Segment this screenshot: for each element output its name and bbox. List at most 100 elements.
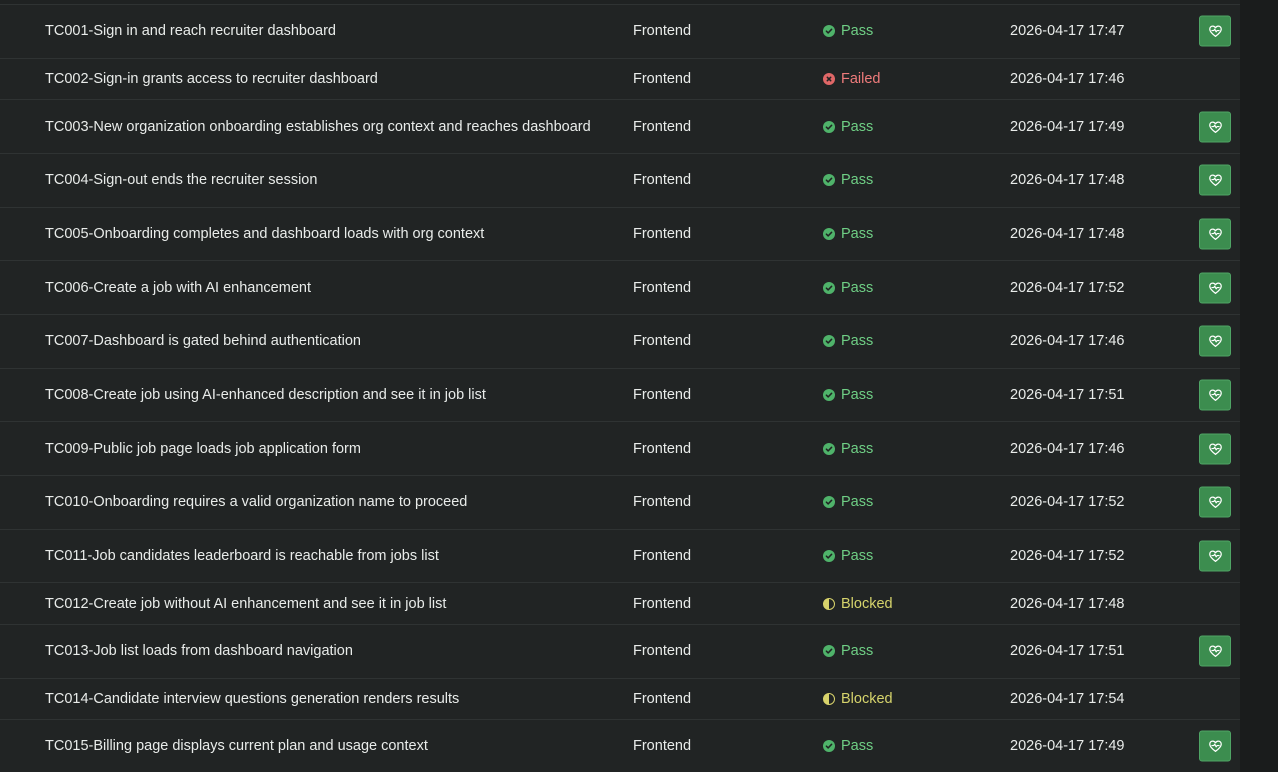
table-row[interactable]: TC011-Job candidates leaderboard is reac…: [0, 530, 1240, 584]
test-type: Frontend: [633, 333, 692, 350]
table-row[interactable]: TC009-Public job page loads job applicat…: [0, 422, 1240, 476]
test-case-name[interactable]: TC009-Public job page loads job applicat…: [45, 441, 361, 457]
status-label: Failed: [841, 70, 881, 87]
table-row[interactable]: TC014-Candidate interview questions gene…: [0, 679, 1240, 721]
test-type: Frontend: [633, 118, 692, 135]
test-case-name[interactable]: TC012-Create job without AI enhancement …: [45, 596, 446, 612]
heart-pulse-icon: [1208, 24, 1223, 39]
check-circle-icon: [823, 645, 835, 658]
check-circle-icon: [823, 335, 835, 348]
heart-pulse-icon: [1208, 280, 1223, 295]
status-label: Pass: [841, 440, 874, 457]
table-row[interactable]: TC003-New organization onboarding establ…: [0, 100, 1240, 154]
status-badge: Pass: [823, 280, 873, 296]
test-case-name[interactable]: TC010-Onboarding requires a valid organi…: [45, 494, 467, 510]
test-type: Frontend: [633, 23, 692, 40]
test-case-name[interactable]: TC007-Dashboard is gated behind authenti…: [45, 333, 361, 349]
table-row[interactable]: TC001-Sign in and reach recruiter dashbo…: [0, 5, 1240, 59]
status-label: Pass: [841, 279, 874, 296]
run-timestamp: 2026-04-17 17:52: [1010, 494, 1125, 511]
run-timestamp: 2026-04-17 17:49: [1010, 118, 1125, 135]
run-timestamp: 2026-04-17 17:46: [1010, 333, 1125, 350]
test-case-name[interactable]: TC004-Sign-out ends the recruiter sessio…: [45, 172, 317, 188]
table-row[interactable]: TC004-Sign-out ends the recruiter sessio…: [0, 154, 1240, 208]
view-health-button[interactable]: [1199, 433, 1231, 465]
x-circle-icon: [823, 72, 835, 85]
status-label: Pass: [841, 118, 874, 135]
table-row[interactable]: TC005-Onboarding completes and dashboard…: [0, 208, 1240, 262]
status-label: Pass: [841, 494, 874, 511]
test-type: Frontend: [633, 595, 692, 612]
view-health-button[interactable]: [1199, 540, 1231, 572]
view-health-button[interactable]: [1199, 379, 1231, 411]
test-type: Frontend: [633, 279, 692, 296]
view-health-button[interactable]: [1199, 164, 1231, 196]
status-badge: Failed: [823, 71, 881, 87]
status-badge: Blocked: [823, 596, 893, 612]
run-timestamp: 2026-04-17 17:52: [1010, 279, 1125, 296]
run-timestamp: 2026-04-17 17:46: [1010, 70, 1125, 87]
status-badge: Pass: [823, 494, 873, 510]
run-timestamp: 2026-04-17 17:54: [1010, 690, 1125, 707]
status-label: Pass: [841, 172, 874, 189]
run-timestamp: 2026-04-17 17:47: [1010, 23, 1125, 40]
status-badge: Pass: [823, 387, 873, 403]
half-circle-icon: [823, 692, 835, 705]
test-case-name[interactable]: TC014-Candidate interview questions gene…: [45, 691, 459, 707]
view-health-button[interactable]: [1199, 111, 1231, 143]
test-type: Frontend: [633, 440, 692, 457]
test-case-name[interactable]: TC008-Create job using AI-enhanced descr…: [45, 387, 486, 403]
test-case-name[interactable]: TC006-Create a job with AI enhancement: [45, 280, 311, 296]
test-case-name[interactable]: TC011-Job candidates leaderboard is reac…: [45, 548, 439, 564]
view-health-button[interactable]: [1199, 486, 1231, 518]
table-row[interactable]: TC015-Billing page displays current plan…: [0, 720, 1240, 772]
check-circle-icon: [823, 174, 835, 187]
test-case-name[interactable]: TC015-Billing page displays current plan…: [45, 738, 428, 754]
run-timestamp: 2026-04-17 17:52: [1010, 548, 1125, 565]
test-type: Frontend: [633, 70, 692, 87]
status-badge: Pass: [823, 172, 873, 188]
table-row[interactable]: TC010-Onboarding requires a valid organi…: [0, 476, 1240, 530]
test-type: Frontend: [633, 172, 692, 189]
view-health-button[interactable]: [1199, 325, 1231, 357]
test-case-name[interactable]: TC005-Onboarding completes and dashboard…: [45, 226, 484, 242]
view-health-button[interactable]: [1199, 218, 1231, 250]
test-type: Frontend: [633, 738, 692, 755]
table-row[interactable]: TC013-Job list loads from dashboard navi…: [0, 625, 1240, 679]
table-row[interactable]: TC006-Create a job with AI enhancement F…: [0, 261, 1240, 315]
status-label: Pass: [841, 643, 874, 660]
status-badge: Pass: [823, 226, 873, 242]
test-type: Frontend: [633, 690, 692, 707]
status-badge: Pass: [823, 119, 873, 135]
heart-pulse-icon: [1208, 441, 1223, 456]
status-label: Pass: [841, 225, 874, 242]
test-case-name[interactable]: TC003-New organization onboarding establ…: [45, 119, 591, 135]
status-label: Pass: [841, 738, 874, 755]
heart-pulse-icon: [1208, 644, 1223, 659]
status-label: Pass: [841, 333, 874, 350]
status-badge: Pass: [823, 333, 873, 349]
run-timestamp: 2026-04-17 17:51: [1010, 643, 1125, 660]
check-circle-icon: [823, 388, 835, 401]
table-row[interactable]: TC012-Create job without AI enhancement …: [0, 583, 1240, 625]
table-row[interactable]: TC007-Dashboard is gated behind authenti…: [0, 315, 1240, 369]
check-circle-icon: [823, 281, 835, 294]
test-case-name[interactable]: TC002-Sign-in grants access to recruiter…: [45, 71, 378, 87]
status-badge: Pass: [823, 738, 873, 754]
test-case-name[interactable]: TC001-Sign in and reach recruiter dashbo…: [45, 23, 336, 39]
view-health-button[interactable]: [1199, 272, 1231, 304]
status-badge: Blocked: [823, 691, 893, 707]
table-row[interactable]: TC008-Create job using AI-enhanced descr…: [0, 369, 1240, 423]
test-case-name[interactable]: TC013-Job list loads from dashboard navi…: [45, 643, 353, 659]
status-label: Pass: [841, 23, 874, 40]
view-health-button[interactable]: [1199, 730, 1231, 762]
view-health-button[interactable]: [1199, 15, 1231, 47]
table-row[interactable]: TC002-Sign-in grants access to recruiter…: [0, 59, 1240, 101]
heart-pulse-icon: [1208, 739, 1223, 754]
scrollbar-track[interactable]: [1240, 0, 1278, 772]
status-badge: Pass: [823, 23, 873, 39]
check-circle-icon: [823, 120, 835, 133]
run-timestamp: 2026-04-17 17:48: [1010, 172, 1125, 189]
view-health-button[interactable]: [1199, 635, 1231, 667]
run-timestamp: 2026-04-17 17:48: [1010, 595, 1125, 612]
